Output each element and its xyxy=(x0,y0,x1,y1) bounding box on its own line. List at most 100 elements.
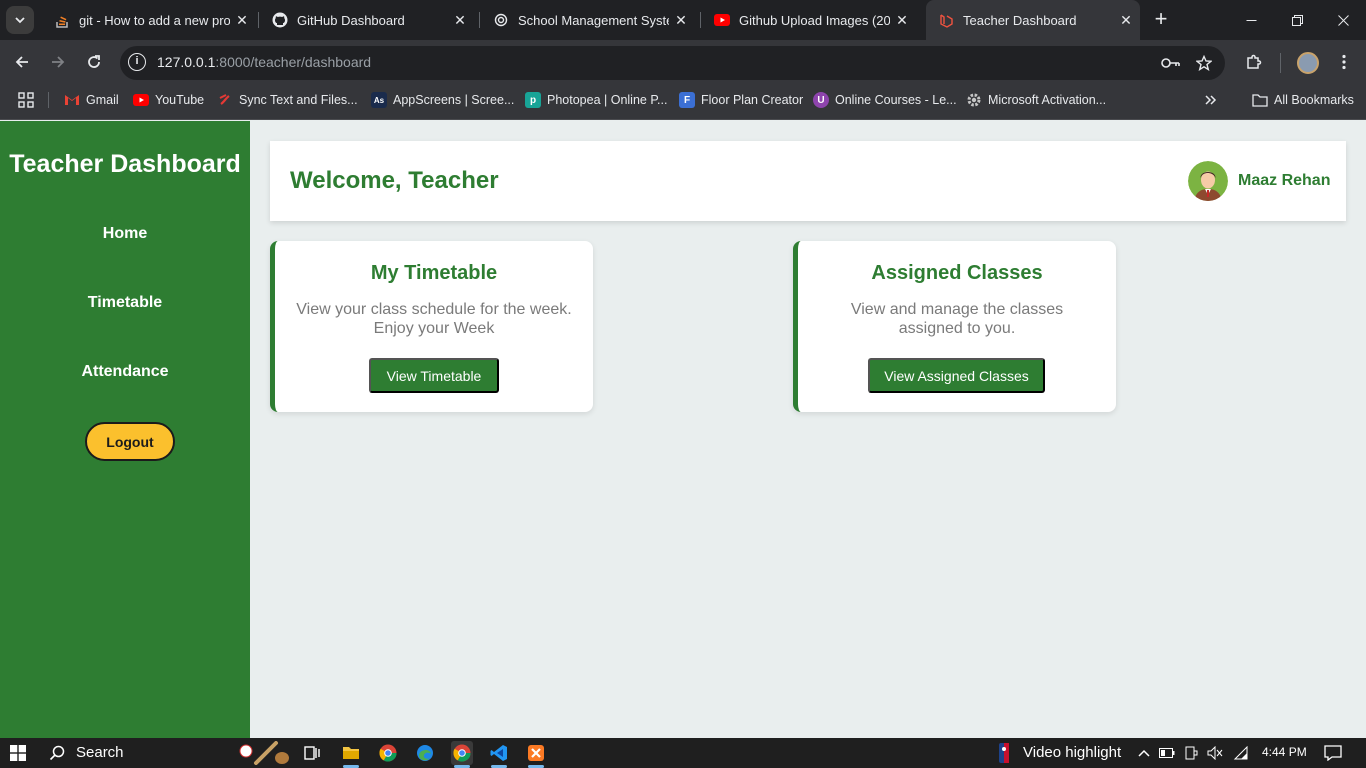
vscode-icon[interactable] xyxy=(488,741,510,765)
speaker-muted-icon[interactable] xyxy=(1206,741,1224,765)
tab-divider xyxy=(700,12,701,28)
nba-icon[interactable] xyxy=(996,741,1012,765)
restore-icon xyxy=(1291,14,1303,26)
floorplan-icon: F xyxy=(679,92,695,108)
wifi-icon[interactable] xyxy=(1232,741,1250,765)
chevron-down-icon xyxy=(15,17,25,24)
sync-icon xyxy=(217,92,233,108)
card-description: View your class schedule for the week. E… xyxy=(285,300,583,338)
profile-avatar[interactable] xyxy=(1297,52,1319,74)
openai-icon xyxy=(493,12,509,28)
bookmark-label: AppScreens | Scree... xyxy=(393,93,515,107)
password-key-icon[interactable] xyxy=(1160,52,1182,74)
windows-logo-icon xyxy=(10,745,26,761)
tab-title: GitHub Dashboard xyxy=(297,12,405,28)
sidebar-item-timetable[interactable]: Timetable xyxy=(0,294,250,312)
tab-title: git - How to add a new proje xyxy=(79,12,230,28)
tab-stackoverflow[interactable]: git - How to add a new proje ✕ xyxy=(42,0,256,40)
start-button[interactable] xyxy=(8,741,28,765)
taskbar-search-icon[interactable] xyxy=(46,741,68,765)
stackoverflow-icon xyxy=(54,12,70,28)
close-window-button[interactable] xyxy=(1320,0,1366,40)
bookmark-gmail[interactable]: Gmail xyxy=(64,91,119,109)
bookmark-label: Floor Plan Creator xyxy=(701,93,804,107)
close-tab-icon[interactable]: ✕ xyxy=(1114,12,1138,29)
bookmark-youtube[interactable]: YouTube xyxy=(133,91,204,109)
bookmark-sync-text[interactable]: Sync Text and Files... xyxy=(217,91,358,109)
arrow-right-icon xyxy=(52,56,65,68)
assigned-classes-card: Assigned Classes View and manage the cla… xyxy=(793,241,1116,412)
close-tab-icon[interactable]: ✕ xyxy=(669,12,693,29)
all-bookmarks-folder[interactable]: All Bookmarks xyxy=(1252,91,1354,109)
chrome-menu-button[interactable] xyxy=(1332,50,1356,74)
more-vertical-icon xyxy=(1342,54,1346,70)
view-assigned-classes-button[interactable]: View Assigned Classes xyxy=(868,358,1045,393)
file-explorer-icon[interactable] xyxy=(340,741,362,765)
extensions-button[interactable] xyxy=(1242,50,1266,74)
site-info-icon[interactable]: i xyxy=(128,53,146,71)
card-description-line: Enjoy your Week xyxy=(373,320,495,337)
reload-button[interactable] xyxy=(82,50,106,74)
bookmarks-divider xyxy=(48,92,49,108)
restore-button[interactable] xyxy=(1274,0,1320,40)
chrome-taskbar-icon[interactable] xyxy=(377,741,399,765)
sidebar-item-attendance[interactable]: Attendance xyxy=(0,363,250,381)
tab-school-management[interactable]: School Management System ✕ xyxy=(481,0,695,40)
tab-search-button[interactable] xyxy=(6,6,34,34)
bookmark-label: Sync Text and Files... xyxy=(239,93,358,107)
minimize-button[interactable] xyxy=(1228,0,1274,40)
minimize-icon xyxy=(1246,19,1256,21)
apps-button[interactable] xyxy=(18,91,34,109)
bookmark-appscreens[interactable]: As AppScreens | Scree... xyxy=(371,91,514,109)
forward-button[interactable] xyxy=(46,50,70,74)
tab-github-dashboard[interactable]: GitHub Dashboard ✕ xyxy=(260,0,474,40)
appscreens-icon: As xyxy=(371,92,387,108)
new-tab-button[interactable]: + xyxy=(1150,8,1172,30)
bookmark-label: Online Courses - Le... xyxy=(835,93,957,107)
bookmark-label: YouTube xyxy=(155,93,205,107)
clock-time[interactable]: 4:44 PM xyxy=(1262,745,1307,759)
card-description-line: View and manage the classes xyxy=(850,301,1064,318)
close-tab-icon[interactable]: ✕ xyxy=(448,12,472,29)
tab-title: Github Upload Images (2022 xyxy=(739,12,890,28)
notification-center-icon[interactable] xyxy=(1323,741,1343,765)
page-title: Welcome, Teacher xyxy=(290,167,499,194)
bookmark-online-courses[interactable]: U Online Courses - Le... xyxy=(813,91,957,109)
logout-button[interactable]: Logout xyxy=(85,422,175,461)
tab-divider xyxy=(258,12,259,28)
gmail-icon xyxy=(64,92,80,108)
bookmark-floor-plan[interactable]: F Floor Plan Creator xyxy=(679,91,803,109)
bookmark-photopea[interactable]: p Photopea | Online P... xyxy=(525,91,667,109)
url-text[interactable]: 127.0.0.1:8000/teacher/dashboard xyxy=(157,54,371,70)
tab-teacher-dashboard[interactable]: Teacher Dashboard ✕ xyxy=(926,0,1140,40)
card-description-line: View your class schedule for the week. xyxy=(296,301,572,318)
chrome-active-taskbar-icon[interactable] xyxy=(451,741,473,765)
toolbar-divider xyxy=(1280,53,1281,73)
display-icon[interactable] xyxy=(1182,741,1200,765)
close-tab-icon[interactable]: ✕ xyxy=(230,12,254,29)
avatar[interactable] xyxy=(1188,161,1228,201)
bookmark-star-icon[interactable] xyxy=(1193,52,1215,74)
close-tab-icon[interactable]: ✕ xyxy=(890,12,914,29)
tab-github-upload-images[interactable]: Github Upload Images (2022 ✕ xyxy=(702,0,916,40)
taskbar-search-box[interactable]: Search xyxy=(76,744,124,761)
github-icon xyxy=(272,12,288,28)
news-notification[interactable]: Video highlight xyxy=(1023,744,1121,761)
bookmark-microsoft-activation[interactable]: Microsoft Activation... xyxy=(966,91,1106,109)
youtube-icon xyxy=(133,92,149,108)
edge-icon[interactable] xyxy=(414,741,436,765)
card-description: View and manage the classes assigned to … xyxy=(808,300,1106,338)
timetable-card: My Timetable View your class schedule fo… xyxy=(270,241,593,412)
view-timetable-button[interactable]: View Timetable xyxy=(369,358,499,393)
back-button[interactable] xyxy=(10,50,34,74)
more-bookmarks-button[interactable] xyxy=(1204,91,1218,109)
battery-icon[interactable] xyxy=(1158,741,1176,765)
teacher-avatar-icon xyxy=(1188,161,1228,201)
user-name[interactable]: Maaz Rehan xyxy=(1238,172,1330,190)
task-view-icon[interactable] xyxy=(302,741,322,765)
laravel-icon xyxy=(938,12,954,28)
xampp-icon[interactable] xyxy=(525,741,547,765)
sidebar-item-home[interactable]: Home xyxy=(0,225,250,243)
search-highlight-icon[interactable] xyxy=(236,741,292,765)
show-hidden-icons[interactable] xyxy=(1135,741,1153,765)
